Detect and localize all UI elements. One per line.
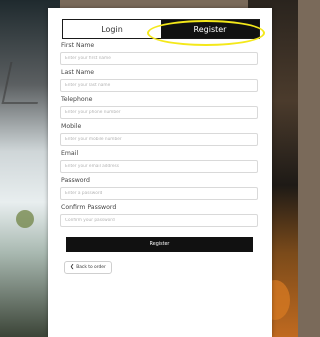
last-name-input[interactable] — [60, 79, 258, 92]
telephone-label: Telephone — [61, 96, 93, 103]
email-label: Email — [61, 150, 79, 157]
last-name-label: Last Name — [61, 69, 95, 76]
tab-register[interactable]: Register — [161, 20, 259, 38]
password-label: Password — [61, 177, 90, 184]
field-last-name: Last Name — [60, 69, 260, 92]
back-to-order-button[interactable]: ❮ Back to order — [64, 261, 112, 274]
register-submit-button[interactable]: Register — [66, 237, 253, 252]
field-mobile: Mobile — [60, 123, 260, 146]
field-confirm-password: Confirm Password — [60, 204, 260, 227]
tab-login[interactable]: Login — [63, 20, 161, 38]
first-name-input[interactable] — [60, 52, 258, 65]
password-input[interactable] — [60, 187, 258, 200]
auth-tabs: Login Register — [62, 19, 260, 39]
telephone-input[interactable] — [60, 106, 258, 119]
confirm-password-input[interactable] — [60, 214, 258, 227]
background-decoration — [16, 210, 34, 228]
field-telephone: Telephone — [60, 96, 260, 119]
first-name-label: First Name — [61, 42, 95, 49]
email-input[interactable] — [60, 160, 258, 173]
back-to-order-label: Back to order — [76, 265, 106, 270]
field-email: Email — [60, 150, 260, 173]
auth-card: Login Register First Name Last Name Tele… — [48, 8, 272, 337]
chevron-left-icon: ❮ — [70, 264, 75, 270]
field-first-name: First Name — [60, 42, 260, 65]
mobile-input[interactable] — [60, 133, 258, 146]
field-password: Password — [60, 177, 260, 200]
confirm-password-label: Confirm Password — [61, 204, 117, 211]
mobile-label: Mobile — [61, 123, 82, 130]
register-form: First Name Last Name Telephone Mobile Em… — [60, 42, 260, 274]
